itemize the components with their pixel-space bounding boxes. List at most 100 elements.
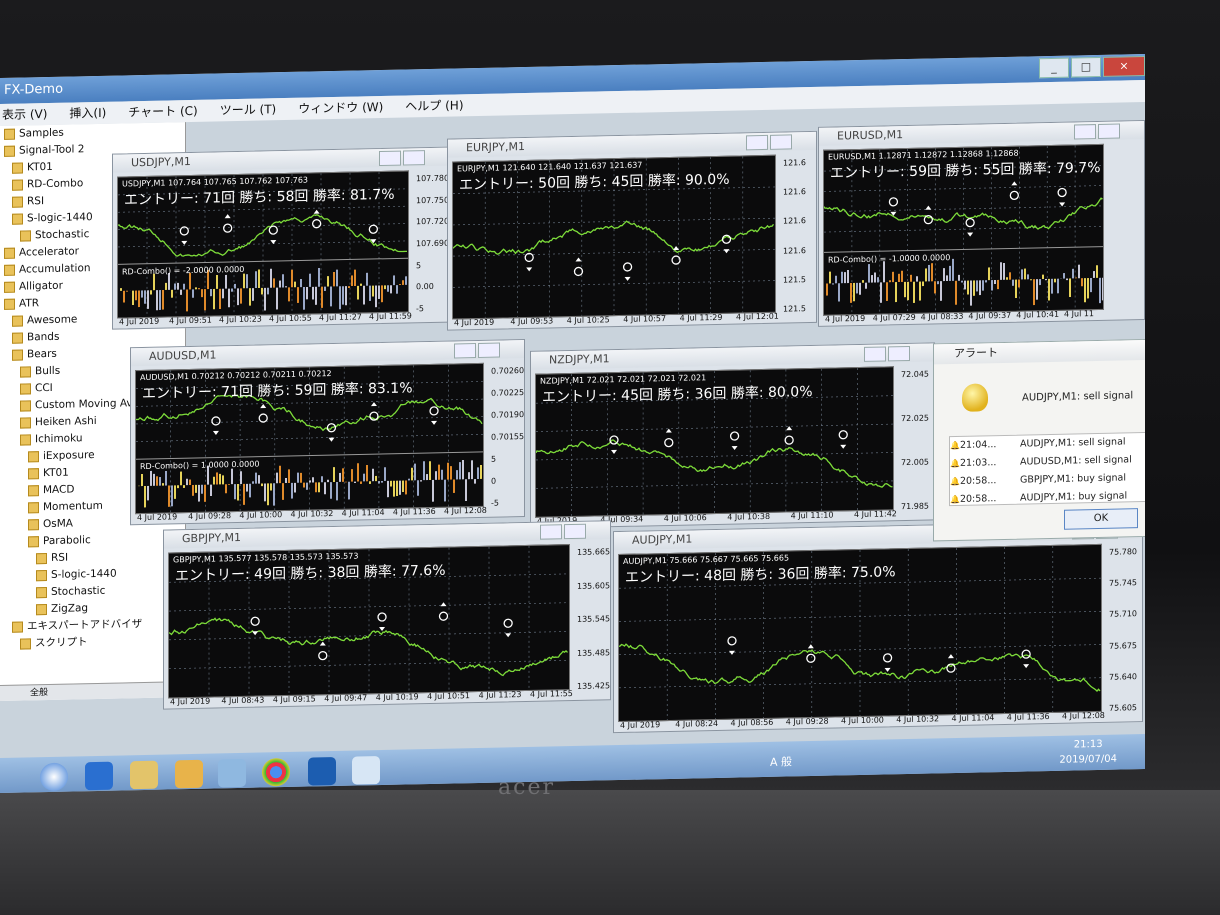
chart-symbol-title: NZDJPY,M1 — [549, 352, 610, 367]
app-icon[interactable] — [218, 758, 246, 788]
indicator-bar — [297, 472, 299, 483]
indicator-bar — [360, 283, 362, 286]
alert-list[interactable]: 🔔 21:04... AUDJPY,M1: sell signal 🔔 21:03.… — [949, 431, 1145, 507]
menu-item[interactable]: 挿入(I) — [69, 102, 106, 125]
menu-item[interactable]: ヘルプ (H) — [405, 94, 463, 117]
explorer-icon[interactable] — [130, 760, 158, 790]
maximize-icon[interactable] — [1098, 123, 1120, 140]
indicator-bar — [435, 471, 437, 480]
indicator-bar — [474, 479, 476, 484]
indicator-bar — [399, 284, 401, 286]
maximize-icon[interactable] — [403, 150, 425, 166]
menu-item[interactable]: チャート (C) — [128, 100, 197, 123]
chart-symbol-title: AUDJPY,M1 — [632, 532, 693, 547]
navigator-tab[interactable]: 全般 — [0, 681, 185, 701]
navigator-item-label: エキスパートアドバイザ — [27, 618, 143, 633]
indicator-bar — [988, 267, 990, 281]
price-chart[interactable]: AUDUSD,M1 0.70212 0.70212 0.70211 0.7021… — [135, 362, 484, 515]
price-axis: 107.780 107.750 107.720 107.690 5 0.00 -5 — [413, 170, 449, 314]
chart-window[interactable]: USDJPY,M1 USDJPY,M1 107.764 107.765 107.7… — [112, 146, 450, 330]
chart-window-title[interactable]: EURJPY,M1 — [448, 131, 816, 158]
chart-window[interactable]: EURJPY,M1 EURJPY,M1 121.640 121.640 121.6… — [447, 130, 817, 331]
folder-icon[interactable] — [175, 759, 203, 789]
price-tick-label: 121.5 — [783, 304, 806, 314]
navigator-item-label: OsMA — [43, 517, 73, 531]
price-chart[interactable]: NZDJPY,M1 72.021 72.021 72.021 72.021 エント… — [535, 366, 894, 518]
indicator-bar — [862, 280, 864, 283]
minimize-icon[interactable] — [746, 134, 768, 151]
indicator-bar — [363, 473, 365, 482]
indicator-bar — [123, 290, 125, 303]
ie-icon[interactable] — [85, 761, 113, 791]
signal-arrow-marker — [328, 437, 335, 442]
indicator-bar — [297, 287, 299, 303]
price-tick-label: 121.5 — [783, 274, 806, 285]
indicator-bar — [150, 470, 152, 486]
phone-icon[interactable] — [352, 756, 380, 785]
indicator-bar — [423, 461, 425, 481]
chart-window[interactable]: EURUSD,M1 EURUSD,M1 1.12871 1.12872 1.128… — [818, 120, 1145, 327]
signal-circle-marker — [784, 435, 794, 445]
start-icon[interactable] — [40, 762, 68, 792]
indicator-bar — [321, 286, 323, 308]
time-tick-label: 4 Jul 09:28 — [785, 716, 829, 727]
minimize-icon[interactable] — [454, 343, 476, 359]
menu-item[interactable]: 表示 (V) — [2, 103, 47, 126]
chrome-icon[interactable] — [262, 757, 290, 787]
minimize-icon[interactable] — [1074, 124, 1096, 140]
minimize-icon[interactable] — [864, 346, 886, 362]
indicator-bar — [853, 282, 855, 302]
indicator-bar — [294, 281, 296, 288]
price-chart[interactable]: EURJPY,M1 121.640 121.640 121.637 121.63… — [452, 154, 776, 320]
ok-button[interactable]: OK — [1064, 508, 1138, 530]
indicator-bar — [183, 485, 185, 488]
indicator-bar — [441, 469, 443, 480]
signal-circle-marker — [622, 262, 633, 272]
indicator-icon — [12, 162, 23, 174]
time-tick-label: 4 Jul 10:00 — [841, 715, 884, 726]
indicator-bar — [141, 290, 143, 298]
signal-circle-marker — [1009, 190, 1019, 201]
close-icon[interactable]: × — [1103, 56, 1145, 77]
menu-item[interactable]: ツール (T) — [220, 98, 277, 121]
price-tick-label: 135.485 — [577, 647, 611, 658]
chart-window-title[interactable]: EURUSD,M1 — [819, 121, 1144, 146]
indicator-icon — [4, 264, 15, 276]
time-tick-label: 4 Jul 2019 — [119, 316, 160, 327]
price-tick-label: 121.6 — [783, 245, 806, 256]
minimize-icon[interactable]: _ — [1039, 57, 1069, 79]
price-chart[interactable]: EURUSD,M1 1.12871 1.12872 1.12868 1.1286… — [823, 143, 1104, 316]
mt4-icon[interactable] — [308, 756, 336, 786]
chart-window[interactable]: AUDJPY,M1 AUDJPY,M1 75.666 75.667 75.665 … — [613, 520, 1143, 734]
signal-arrow-marker — [313, 209, 320, 214]
price-tick-label: 72.005 — [901, 457, 929, 468]
price-chart[interactable]: GBPJPY,M1 135.577 135.578 135.573 135.57… — [168, 544, 570, 699]
maximize-icon[interactable] — [564, 523, 586, 540]
chart-symbol-title: AUDUSD,M1 — [149, 348, 217, 363]
chart-window[interactable]: GBPJPY,M1 GBPJPY,M1 135.577 135.578 135.5… — [163, 520, 611, 710]
indicator-bar — [363, 285, 365, 305]
indicator-bar — [216, 472, 218, 485]
maximize-icon[interactable] — [478, 342, 500, 358]
navigator-item-label: Bears — [27, 347, 57, 361]
indicator-bar — [1081, 278, 1083, 287]
minimize-icon[interactable] — [379, 150, 401, 167]
minimize-icon[interactable] — [540, 524, 562, 540]
indicator-bar — [826, 283, 828, 296]
taskbar-clock[interactable]: 21:13 2019/07/04 — [1059, 737, 1117, 768]
indicator-bar — [219, 473, 221, 485]
chart-window[interactable]: AUDUSD,M1 AUDUSD,M1 0.70212 0.70212 0.702… — [130, 339, 525, 526]
price-chart[interactable]: USDJPY,M1 107.764 107.765 107.762 107.76… — [117, 170, 409, 319]
alert-row-text: AUDJPY,M1: sell signal — [1019, 436, 1126, 450]
price-chart[interactable]: AUDJPY,M1 75.666 75.667 75.665 75.665 エント… — [618, 543, 1102, 723]
ime-indicator[interactable]: A 般 — [770, 753, 818, 772]
navigator-item[interactable]: スクリプト — [0, 632, 185, 653]
maximize-icon[interactable] — [888, 345, 910, 362]
signal-arrow-marker — [319, 641, 326, 646]
indicator-bar — [267, 483, 269, 506]
maximize-icon[interactable] — [770, 134, 792, 150]
menu-item[interactable]: ウィンドウ (W) — [298, 96, 383, 120]
navigator-item-label: Bulls — [35, 364, 61, 378]
chart-window[interactable]: NZDJPY,M1 NZDJPY,M1 72.021 72.021 72.021 … — [530, 342, 935, 529]
maximize-icon[interactable]: □ — [1071, 56, 1101, 78]
